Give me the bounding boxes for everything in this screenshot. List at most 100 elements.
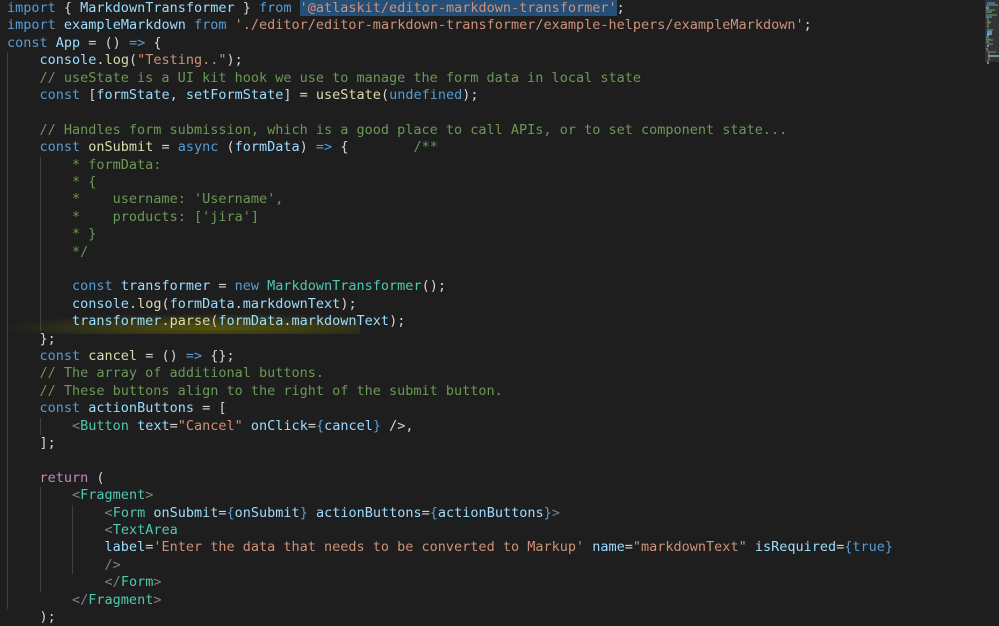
minimap-line xyxy=(986,10,993,13)
code-token: { xyxy=(226,504,235,521)
code-token: . xyxy=(234,295,243,312)
code-token: Button xyxy=(80,417,129,434)
code-token: import xyxy=(7,0,56,16)
minimap[interactable] xyxy=(985,0,999,624)
minimap-line xyxy=(987,25,989,28)
code-token: const xyxy=(7,34,48,51)
code-token: . xyxy=(96,52,105,69)
code-line[interactable]: // The array of additional buttons. xyxy=(7,365,324,382)
code-line[interactable]: const App = () => { xyxy=(7,35,161,52)
code-token: ); xyxy=(7,609,56,625)
code-line[interactable]: transformer.parse(formData.markdownText)… xyxy=(7,313,405,330)
code-line[interactable]: ); xyxy=(7,609,56,626)
code-token: const xyxy=(39,87,81,103)
code-token: // useState is a UI kit hook we use to m… xyxy=(39,69,641,86)
code-line[interactable]: const actionButtons = [ xyxy=(7,400,227,417)
code-line[interactable]: const onSubmit = async (formData) => { /… xyxy=(7,139,438,156)
code-token: < xyxy=(72,417,81,434)
code-line[interactable]: console.log("Testing.."); xyxy=(7,52,243,69)
code-line[interactable]: * } xyxy=(7,226,96,243)
code-line[interactable]: const cancel = () => {}; xyxy=(7,348,235,365)
code-token: ( xyxy=(161,295,170,312)
code-token: { xyxy=(315,417,325,434)
code-token: ( xyxy=(218,139,235,156)
code-token: [ xyxy=(80,87,97,103)
code-line[interactable]: // These buttons align to the right of t… xyxy=(7,383,503,400)
code-token: "Testing.." xyxy=(137,52,227,69)
code-token: onClick xyxy=(250,417,308,434)
code-token: /> xyxy=(104,556,121,573)
code-token: cancel xyxy=(324,417,373,434)
code-token: onSubmit xyxy=(153,504,219,521)
code-line[interactable]: /> xyxy=(7,557,121,574)
code-line[interactable]: const transformer = new MarkdownTransfor… xyxy=(7,278,446,295)
code-token: Fragment xyxy=(88,591,154,608)
code-token: actionButtons xyxy=(437,504,544,521)
code-line[interactable]: * formData: xyxy=(7,157,161,174)
code-token: markdownText xyxy=(291,313,390,330)
code-line[interactable]: console.log(formData.markdownText); xyxy=(7,296,357,313)
code-line[interactable]: // useState is a UI kit hook we use to m… xyxy=(7,70,641,87)
code-token: undefined xyxy=(389,87,463,103)
code-token: parse xyxy=(169,313,211,330)
code-line[interactable]: * products: ['jira'] xyxy=(7,209,259,226)
code-editor[interactable]: import { MarkdownTransformer } from '@at… xyxy=(0,0,999,626)
code-line[interactable]: const [formState, setFormState] = useSta… xyxy=(7,87,479,104)
code-token: = xyxy=(624,539,633,556)
code-line[interactable]: * { xyxy=(7,174,96,191)
code-token: ( xyxy=(88,469,105,486)
code-token: from xyxy=(259,0,292,16)
code-line[interactable]: <Button text="Cancel" onClick={cancel} /… xyxy=(7,418,414,435)
code-line[interactable]: }; xyxy=(7,331,56,348)
code-token: { xyxy=(145,34,162,51)
code-token: "Cancel" xyxy=(177,417,243,434)
code-token: MarkdownTransformer xyxy=(80,0,235,16)
code-line[interactable]: import { MarkdownTransformer } from '@at… xyxy=(7,0,625,17)
code-token: ) xyxy=(299,139,316,156)
code-token: exampleMarkdown xyxy=(63,17,186,34)
code-token: "markdownText" xyxy=(632,539,747,556)
code-token: { xyxy=(429,504,438,521)
code-line[interactable]: * username: 'Username', xyxy=(7,191,283,208)
code-line[interactable]: */ xyxy=(7,244,88,261)
code-token: console xyxy=(72,295,129,312)
code-line[interactable]: <Fragment> xyxy=(7,487,153,504)
code-token: formData xyxy=(234,139,300,156)
code-token: // Handles form submission, which is a g… xyxy=(39,121,788,138)
code-token: . xyxy=(161,313,170,330)
code-token: name xyxy=(592,539,625,556)
code-line[interactable]: ]; xyxy=(7,435,56,452)
code-token: useState xyxy=(315,87,381,103)
code-line[interactable]: // Handles form submission, which is a g… xyxy=(7,121,788,139)
code-token: ); xyxy=(340,295,357,312)
code-token: </ xyxy=(72,591,89,608)
code-line[interactable]: return ( xyxy=(7,470,105,487)
code-token: = xyxy=(153,139,178,156)
code-line[interactable]: label = 'Enter the data that needs to be c… xyxy=(7,539,894,556)
code-token: // The array of additional buttons. xyxy=(39,365,324,382)
code-token: ( xyxy=(128,52,138,69)
code-token: => xyxy=(315,139,333,156)
code-line[interactable]: <Form onSubmit={onSubmit} actionButtons=… xyxy=(7,505,560,522)
code-line[interactable]: </Form> xyxy=(7,574,162,591)
code-token: * } xyxy=(72,226,97,243)
code-line[interactable]: </Fragment> xyxy=(7,592,161,609)
code-token: new xyxy=(234,278,259,295)
code-line[interactable]: import exampleMarkdown from './editor/ed… xyxy=(7,17,812,34)
code-line[interactable]: <TextArea xyxy=(7,522,178,539)
code-token: ); xyxy=(389,313,406,330)
code-token: ]; xyxy=(7,435,56,451)
code-token: . xyxy=(128,295,138,312)
